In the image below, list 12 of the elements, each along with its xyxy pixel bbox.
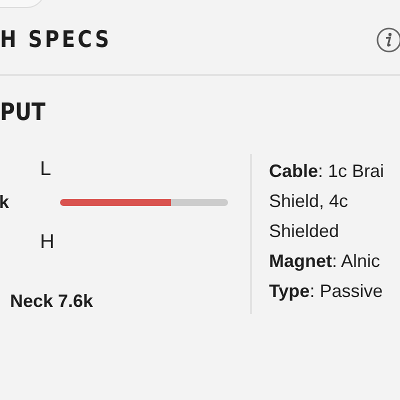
high-label: H <box>40 230 54 255</box>
subsection-heading: PUT <box>0 100 46 124</box>
spec-line: Magnet: Alnic <box>269 250 382 273</box>
neck-value: Neck 7.6k <box>10 290 94 313</box>
spec-line: Type: Passive <box>269 280 384 303</box>
info-icon[interactable] <box>376 27 400 53</box>
spec-line: Shielded <box>269 220 340 243</box>
spec-line: Shield, 4c <box>269 190 350 213</box>
value-text: k <box>0 191 10 214</box>
section-heading: H SPECS <box>0 26 112 55</box>
spec-line: Cable: 1c Brai <box>269 160 384 183</box>
low-label: L <box>40 157 52 182</box>
